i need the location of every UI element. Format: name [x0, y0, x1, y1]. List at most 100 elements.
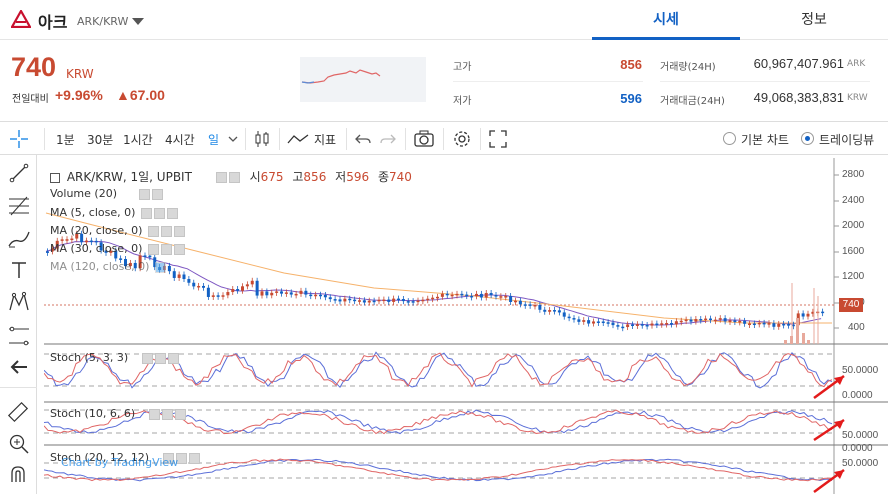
- candle-body: [455, 293, 459, 296]
- candle-body: [772, 323, 776, 327]
- candle-body: [148, 255, 152, 258]
- interval-4h[interactable]: 4시간: [165, 131, 195, 148]
- candle-body: [265, 291, 269, 296]
- candle-body: [587, 320, 591, 324]
- volume-bar: [802, 333, 805, 344]
- candle-body: [236, 289, 240, 291]
- current-price-tag: 740: [839, 298, 863, 312]
- candle-body: [635, 324, 639, 326]
- stoch-level-label: 50.0000: [842, 458, 879, 469]
- indicators-button[interactable]: 지표: [314, 131, 336, 148]
- amount-unit: KRW: [847, 93, 868, 103]
- candle-body: [699, 319, 703, 321]
- prediction-icon[interactable]: [7, 325, 31, 347]
- pattern-icon[interactable]: [8, 291, 30, 313]
- interval-1m[interactable]: 1분: [56, 131, 75, 148]
- trading-view-label[interactable]: 트레이딩뷰: [819, 131, 874, 148]
- close-icon[interactable]: [167, 352, 179, 364]
- gear-icon[interactable]: [154, 352, 166, 364]
- candle-body: [387, 299, 391, 302]
- gear-icon[interactable]: [228, 172, 240, 183]
- brush-icon[interactable]: [7, 229, 31, 249]
- candle-body: [679, 320, 683, 323]
- eye-icon[interactable]: [141, 352, 153, 364]
- candle-body: [777, 323, 781, 327]
- candle-body: [787, 324, 790, 326]
- candlestick-icon[interactable]: [254, 130, 270, 148]
- close-icon[interactable]: [173, 225, 185, 237]
- close-icon[interactable]: [173, 243, 185, 255]
- text-icon[interactable]: [10, 260, 28, 280]
- candle-body: [284, 292, 288, 294]
- candle-body: [177, 274, 181, 278]
- zoom-in-icon[interactable]: [8, 433, 30, 455]
- stoch-2-legend: Stoch (10, 6, 6): [50, 407, 186, 420]
- eye-icon[interactable]: [147, 243, 159, 255]
- gear-icon[interactable]: [161, 408, 173, 420]
- annotation-arrows: [813, 374, 845, 494]
- trading-view-radio[interactable]: [801, 132, 814, 145]
- gear-icon[interactable]: [452, 129, 472, 149]
- close-icon[interactable]: [174, 408, 186, 420]
- ark-logo-icon: [11, 10, 31, 28]
- redo-icon[interactable]: [380, 132, 396, 146]
- basic-chart-label[interactable]: 기본 차트: [741, 131, 789, 148]
- candle-body: [548, 310, 552, 312]
- arrow-left-icon[interactable]: [9, 359, 29, 375]
- candle-body: [206, 287, 210, 297]
- candle-body: [674, 321, 678, 325]
- chart-toolbar: 1분 30분 1시간 4시간 일 지표 기본 차트 트레이딩뷰: [0, 121, 888, 155]
- candle-body: [143, 255, 147, 257]
- candle-body: [704, 318, 708, 321]
- undo-icon[interactable]: [355, 132, 371, 146]
- trend-line-icon[interactable]: [9, 163, 29, 183]
- interval-30m[interactable]: 30분: [87, 131, 113, 148]
- basic-chart-radio[interactable]: [723, 132, 736, 145]
- amount-label: 거래대금(24H): [660, 96, 725, 107]
- eye-icon[interactable]: [147, 225, 159, 237]
- eye-icon[interactable]: [215, 172, 227, 183]
- candle-body: [65, 239, 69, 241]
- magnet-icon[interactable]: [9, 464, 27, 484]
- interval-1d[interactable]: 일: [208, 131, 219, 148]
- candle-body: [338, 299, 342, 302]
- close-icon[interactable]: [188, 452, 200, 464]
- indicator-icon[interactable]: [287, 132, 309, 146]
- candle-body: [557, 310, 561, 313]
- candle-body: [440, 293, 444, 297]
- eye-icon[interactable]: [148, 408, 160, 420]
- legend-label: Volume (20): [50, 187, 117, 200]
- eye-icon[interactable]: [140, 207, 152, 219]
- fullscreen-icon[interactable]: [488, 129, 508, 149]
- amount-value: 49,068,383,831: [753, 90, 844, 105]
- camera-icon[interactable]: [414, 130, 434, 148]
- eye-icon[interactable]: [138, 188, 150, 200]
- close-icon[interactable]: [166, 207, 178, 219]
- candle-body: [743, 320, 747, 324]
- gear-icon[interactable]: [160, 243, 172, 255]
- candle-body: [523, 304, 527, 306]
- fib-icon[interactable]: [7, 195, 31, 217]
- candle-body: [304, 290, 308, 295]
- stoch-level-label: 50.0000: [842, 365, 879, 376]
- chevron-down-icon[interactable]: [228, 135, 238, 143]
- chevron-down-icon[interactable]: [132, 18, 144, 25]
- candle-body: [426, 298, 430, 301]
- candle-body: [197, 285, 201, 288]
- tab-price[interactable]: 시세: [592, 0, 740, 40]
- legend-ma30: MA (30, close, 0): [50, 242, 185, 255]
- candle-body: [494, 295, 498, 297]
- ruler-icon[interactable]: [7, 401, 29, 423]
- candle-body: [655, 323, 659, 326]
- candle-body: [367, 300, 371, 303]
- candle-body: [323, 294, 327, 298]
- interval-1h[interactable]: 1시간: [123, 131, 153, 148]
- gear-icon[interactable]: [151, 188, 163, 200]
- candle-body: [343, 298, 347, 302]
- eye-icon[interactable]: [154, 261, 166, 273]
- candle-body: [416, 300, 420, 303]
- tab-info[interactable]: 정보: [740, 0, 888, 40]
- gear-icon[interactable]: [160, 225, 172, 237]
- crosshair-icon[interactable]: [9, 129, 29, 149]
- gear-icon[interactable]: [153, 207, 165, 219]
